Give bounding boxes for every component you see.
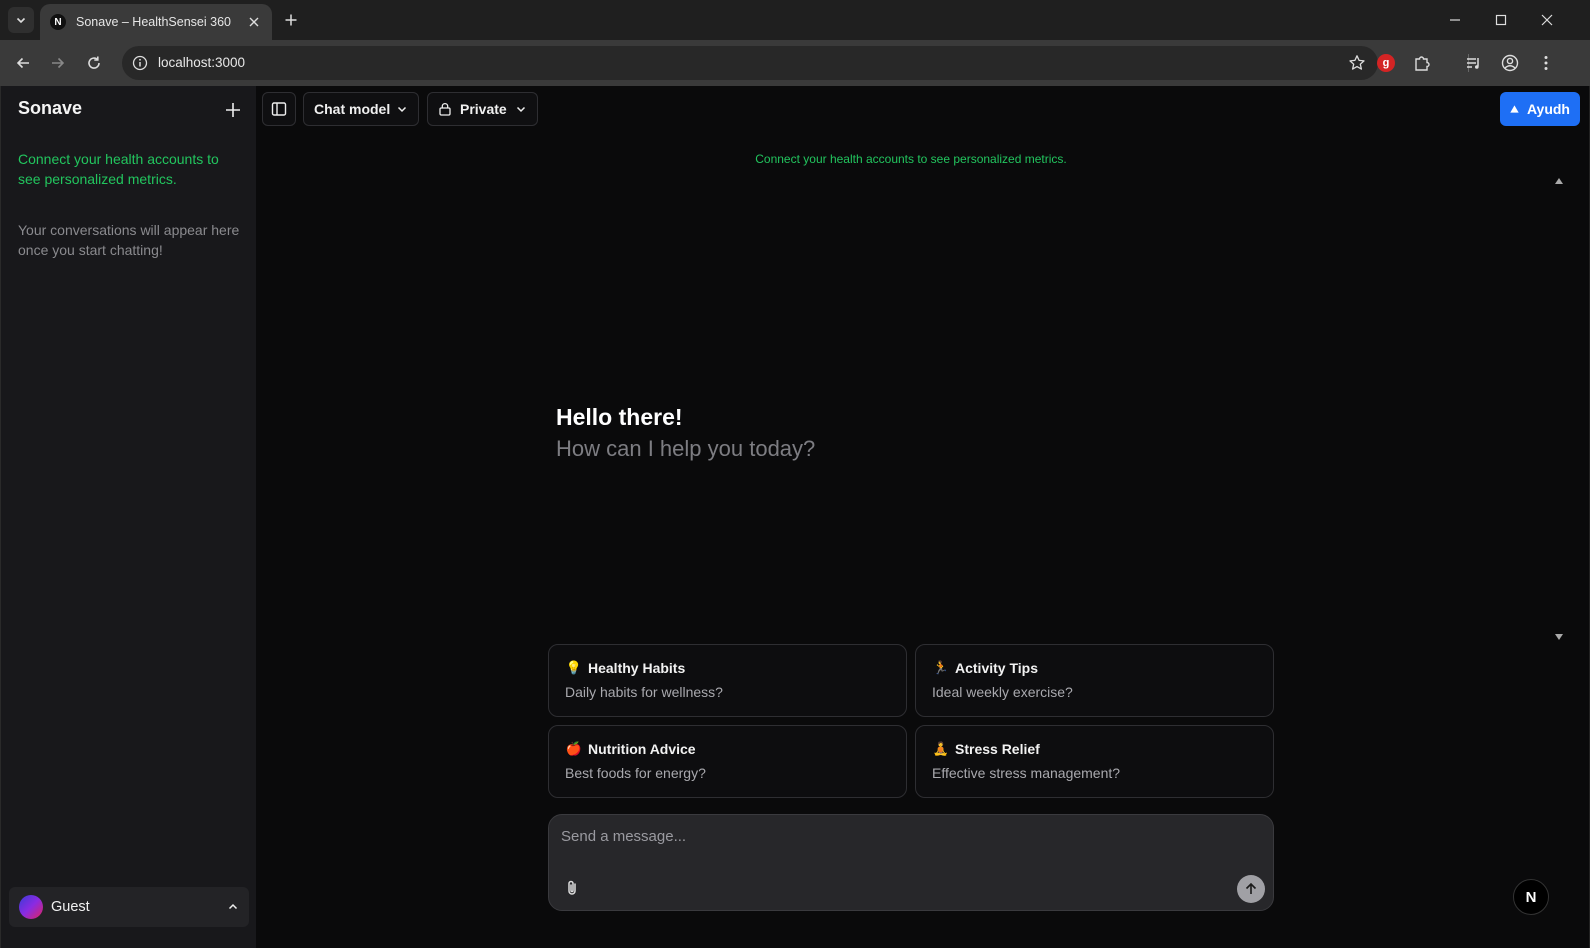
runner-icon: 🏃: [932, 660, 950, 675]
suggestion-title: Stress Relief: [955, 741, 1040, 757]
arrow-left-icon: [16, 57, 29, 69]
vercel-triangle-icon: [1510, 105, 1519, 113]
model-selector-button[interactable]: Chat model: [303, 92, 419, 126]
account-button[interactable]: Ayudh: [1500, 92, 1580, 126]
user-menu-button[interactable]: Guest: [9, 887, 249, 927]
scroll-down-arrow-icon[interactable]: [1552, 632, 1566, 642]
tab-search-button[interactable]: [8, 7, 34, 33]
suggestion-card-stress-relief[interactable]: 🧘 Stress Relief Effective stress manageme…: [915, 725, 1274, 798]
new-tab-button[interactable]: [280, 9, 302, 31]
suggestion-card-nutrition-advice[interactable]: 🍎 Nutrition Advice Best foods for energy?: [548, 725, 907, 798]
media-queue-icon: [1467, 58, 1479, 69]
suggestion-subtitle: Best foods for energy?: [565, 765, 706, 781]
browser-tab[interactable]: N Sonave – HealthSensei 360: [40, 4, 272, 40]
suggestion-subtitle: Daily habits for wellness?: [565, 684, 723, 700]
greeting-title: Hello there!: [556, 404, 683, 430]
suggestion-subtitle: Effective stress management?: [932, 765, 1121, 781]
arrow-right-icon: [52, 57, 65, 69]
browser-menu-button[interactable]: [1535, 52, 1557, 74]
tab-favicon: N: [50, 14, 66, 30]
sidebar: Sonave Connect your health accounts to s…: [0, 86, 256, 948]
meditation-icon: 🧘: [932, 741, 950, 756]
tab-title: Sonave – HealthSensei 360: [76, 15, 231, 29]
scroll-up-arrow-icon[interactable]: [1552, 176, 1566, 186]
maximize-icon: [1495, 14, 1507, 26]
sidebar-toggle-icon: [271, 102, 287, 116]
paperclip-icon: [568, 880, 576, 895]
plus-icon: [226, 103, 240, 117]
user-name: Guest: [51, 899, 90, 915]
chevron-down-icon: [397, 106, 407, 113]
greeting-subtitle: How can I help you today?: [556, 436, 816, 461]
more-vertical-icon: [1544, 56, 1548, 70]
scrollbar[interactable]: [1552, 174, 1566, 644]
minimize-icon: [1450, 19, 1460, 21]
suggestion-card-activity-tips[interactable]: 🏃 Activity Tips Ideal weekly exercise?: [915, 644, 1274, 717]
chevron-down-icon: [16, 17, 26, 24]
connect-accounts-message: Connect your health accounts to see pers…: [755, 152, 1067, 166]
chevron-up-icon: [228, 903, 238, 910]
back-button[interactable]: [12, 52, 34, 74]
close-icon: [249, 17, 259, 27]
app: Sonave Connect your health accounts to s…: [0, 86, 1590, 948]
message-composer: [548, 814, 1274, 911]
address-bar[interactable]: localhost:3000: [122, 46, 1378, 80]
sidebar-connect-message: Connect your health accounts to see pers…: [18, 151, 219, 187]
extensions-button[interactable]: [1411, 52, 1433, 74]
extension-g-icon: g: [1377, 54, 1395, 72]
minimize-button[interactable]: [1432, 0, 1478, 40]
visibility-selector-button[interactable]: Private: [427, 92, 538, 126]
suggestion-card-healthy-habits[interactable]: 💡 Healthy Habits Daily habits for wellnes…: [548, 644, 907, 717]
new-chat-button[interactable]: [223, 100, 243, 120]
reload-icon: [88, 56, 100, 69]
lightbulb-icon: 💡: [565, 660, 583, 675]
browser-tab-bar: N Sonave – HealthSensei 360: [0, 0, 1590, 40]
account-label: Ayudh: [1526, 101, 1570, 117]
media-controls-button[interactable]: [1463, 52, 1485, 74]
lock-icon: [439, 103, 451, 116]
reload-button[interactable]: [83, 52, 105, 74]
window-close-button[interactable]: [1524, 0, 1570, 40]
suggestion-title: Activity Tips: [955, 660, 1038, 676]
url-text: localhost:3000: [158, 55, 246, 70]
main-panel: Chat model Private Ayudh Connect your he…: [256, 86, 1590, 948]
visibility-label: Private: [460, 101, 507, 117]
attach-button[interactable]: [561, 877, 583, 899]
model-selector-label: Chat model: [314, 101, 391, 117]
chevron-down-icon: [516, 106, 526, 113]
suggestion-title: Healthy Habits: [588, 660, 686, 676]
profile-icon: [1501, 54, 1519, 72]
puzzle-icon: [1415, 56, 1430, 71]
extension-g-button[interactable]: g: [1375, 52, 1397, 74]
apple-icon: 🍎: [565, 741, 583, 756]
plus-icon: [285, 14, 297, 26]
close-icon: [1541, 14, 1553, 26]
sidebar-empty-message: Your conversations will appear here once…: [18, 222, 240, 258]
maximize-button[interactable]: [1478, 0, 1524, 40]
send-button[interactable]: [1237, 875, 1265, 903]
message-input[interactable]: [561, 825, 1241, 847]
nextjs-dev-badge[interactable]: N: [1513, 879, 1549, 915]
arrow-up-icon: [1245, 882, 1257, 894]
suggestion-title: Nutrition Advice: [588, 741, 696, 757]
browser-toolbar: localhost:3000 g: [0, 40, 1590, 86]
brand-title[interactable]: Sonave: [18, 98, 82, 119]
tab-close-button[interactable]: [246, 14, 262, 30]
avatar: [19, 895, 43, 919]
site-info-icon[interactable]: [130, 53, 150, 73]
toggle-sidebar-button[interactable]: [262, 92, 296, 126]
forward-button[interactable]: [47, 52, 69, 74]
bookmark-star-icon[interactable]: [1348, 54, 1366, 72]
suggestion-subtitle: Ideal weekly exercise?: [932, 684, 1073, 700]
profile-button[interactable]: [1499, 52, 1521, 74]
